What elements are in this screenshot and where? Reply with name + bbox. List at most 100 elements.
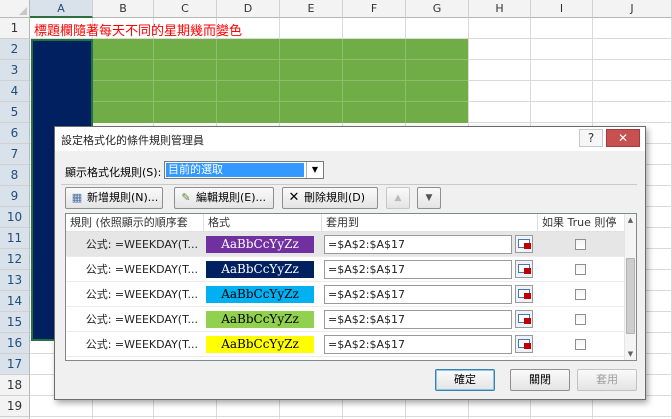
row-header-4[interactable]: 4 [0, 81, 30, 102]
rule-row[interactable]: 公式: =WEEKDAY(T... AaBbCcYyZz =$A$2:$A$17 [66, 257, 624, 282]
green-table-row-line [93, 101, 468, 102]
new-rule-button[interactable]: ▦ 新增規則(N)... [65, 187, 163, 209]
format-preview: AaBbCcYyZz [206, 336, 314, 353]
scroll-up-icon[interactable]: ▲ [625, 214, 636, 226]
row-header-16[interactable]: 16 [0, 333, 30, 354]
scroll-down-icon[interactable]: ▼ [625, 348, 636, 360]
format-preview: AaBbCcYyZz [206, 311, 314, 328]
row-header-18[interactable]: 18 [0, 375, 30, 396]
row-header-17[interactable]: 17 [0, 354, 30, 375]
applies-to-input[interactable]: =$A$2:$A$17 [324, 310, 512, 329]
row-header-1[interactable]: 1 [0, 18, 30, 39]
rules-list[interactable]: 規則 (依照顯示的順序套用) 格式 套用到 如果 True 則停止 公式: =W… [65, 213, 637, 361]
grid-row-line [30, 416, 672, 417]
green-table-column-line [216, 39, 217, 123]
row-header-19[interactable]: 19 [0, 396, 30, 417]
range-select-icon[interactable] [515, 285, 533, 303]
green-table-column-line [279, 39, 280, 123]
column-header-f[interactable]: F [343, 0, 406, 18]
column-header-a[interactable]: A [30, 0, 93, 18]
scroll-thumb[interactable] [626, 258, 635, 334]
rule-row[interactable]: 公式: =WEEKDAY(T... AaBbCcYyZz =$A$2:$A$17 [66, 232, 624, 257]
rule-description: 公式: =WEEKDAY(T... [85, 288, 198, 301]
format-preview: AaBbCcYyZz [206, 236, 314, 253]
row-header-2[interactable]: 2 [0, 39, 30, 60]
vertical-scrollbar[interactable]: ▲ ▼ [624, 214, 636, 360]
range-select-icon[interactable] [515, 335, 533, 353]
column-header-applies-to: 套用到 [322, 214, 538, 231]
ok-button[interactable]: 確定 [435, 369, 495, 391]
stop-if-true-checkbox[interactable] [575, 289, 586, 300]
rule-description: 公式: =WEEKDAY(T... [85, 238, 198, 251]
show-rules-label: 顯示格式化規則(S): [65, 166, 162, 179]
conditional-format-rules-manager-dialog[interactable]: 設定格式化的條件規則管理員 ? ✕ 顯示格式化規則(S): 目前的選取 ▼ ▦ 新… [54, 126, 646, 400]
range-select-icon[interactable] [515, 310, 533, 328]
column-header-d[interactable]: D [217, 0, 280, 18]
row-header-6[interactable]: 6 [0, 123, 30, 144]
green-table-column-line [153, 39, 154, 123]
rule-description: 公式: =WEEKDAY(T... [85, 338, 198, 351]
row-header-12[interactable]: 12 [0, 249, 30, 270]
stop-if-true-checkbox[interactable] [575, 314, 586, 325]
close-icon[interactable]: ✕ [606, 129, 640, 147]
green-table-column-line [405, 39, 406, 123]
apply-button[interactable]: 套用 [577, 369, 637, 391]
column-header-rule: 規則 (依照顯示的順序套用) [66, 214, 204, 246]
row-header-3[interactable]: 3 [0, 60, 30, 81]
triangle-up-icon: ▲ [394, 193, 402, 203]
column-header-b[interactable]: B [93, 0, 154, 18]
row-header-7[interactable]: 7 [0, 144, 30, 165]
format-preview: AaBbCcYyZz [206, 261, 314, 278]
chevron-down-icon[interactable]: ▼ [306, 162, 323, 178]
move-up-button[interactable]: ▲ [386, 187, 410, 209]
column-header-h[interactable]: H [469, 0, 531, 18]
column-header-i[interactable]: I [531, 0, 593, 18]
row-header-5[interactable]: 5 [0, 102, 30, 123]
cell-a1-text[interactable]: 標題欄隨著每天不同的星期幾而變色 [34, 20, 242, 39]
edit-rule-label: 編輯規則(E)... [196, 191, 267, 204]
column-header-format: 格式 [204, 214, 322, 231]
column-header-stop-if-true: 如果 True 則停止 [538, 214, 624, 246]
dialog-titlebar[interactable]: 設定格式化的條件規則管理員 ? ✕ [55, 127, 645, 151]
green-table-range[interactable] [93, 39, 468, 123]
applies-to-input[interactable]: =$A$2:$A$17 [324, 335, 512, 354]
row-header-9[interactable]: 9 [0, 186, 30, 207]
green-table-row-line [93, 80, 468, 81]
stop-if-true-checkbox[interactable] [575, 264, 586, 275]
rule-row[interactable]: 公式: =WEEKDAY(T... AaBbCcYyZz =$A$2:$A$17 [66, 282, 624, 307]
show-rules-select[interactable]: 目前的選取 ▼ [164, 161, 324, 179]
column-header-j[interactable]: J [593, 0, 672, 18]
row-header-14[interactable]: 14 [0, 291, 30, 312]
triangle-down-icon: ▼ [425, 193, 433, 203]
select-all-corner[interactable] [0, 0, 30, 18]
delete-rule-button[interactable]: ✕ 刪除規則(D) [282, 187, 378, 209]
rule-row[interactable]: 公式: =WEEKDAY(T... AaBbCcYyZz =$A$2:$A$17 [66, 332, 624, 357]
stop-if-true-checkbox[interactable] [575, 239, 586, 250]
row-header-8[interactable]: 8 [0, 165, 30, 186]
stop-if-true-checkbox[interactable] [575, 339, 586, 350]
format-preview: AaBbCcYyZz [206, 286, 314, 303]
row-header-13[interactable]: 13 [0, 270, 30, 291]
row-header-15[interactable]: 15 [0, 312, 30, 333]
new-rule-icon: ▦ [71, 191, 83, 204]
green-table-column-line [342, 39, 343, 123]
dialog-title: 設定格式化的條件規則管理員 [61, 134, 204, 147]
applies-to-input[interactable]: =$A$2:$A$17 [324, 235, 512, 254]
rule-row[interactable]: 公式: =WEEKDAY(T... AaBbCcYyZz =$A$2:$A$17 [66, 307, 624, 332]
range-select-icon[interactable] [515, 235, 533, 253]
applies-to-input[interactable]: =$A$2:$A$17 [324, 285, 512, 304]
applies-to-input[interactable]: =$A$2:$A$17 [324, 260, 512, 279]
close-button[interactable]: 關閉 [510, 369, 570, 391]
range-select-icon[interactable] [515, 260, 533, 278]
row-divider [66, 356, 624, 357]
column-header-e[interactable]: E [280, 0, 343, 18]
move-down-button[interactable]: ▼ [417, 187, 441, 209]
row-header-11[interactable]: 11 [0, 228, 30, 249]
new-rule-label: 新增規則(N)... [87, 191, 159, 204]
help-button[interactable]: ? [579, 129, 603, 147]
toolbar-divider [61, 184, 637, 185]
row-header-10[interactable]: 10 [0, 207, 30, 228]
edit-rule-button[interactable]: ✎ 編輯規則(E)... [174, 187, 274, 209]
column-header-g[interactable]: G [406, 0, 469, 18]
column-header-c[interactable]: C [154, 0, 217, 18]
